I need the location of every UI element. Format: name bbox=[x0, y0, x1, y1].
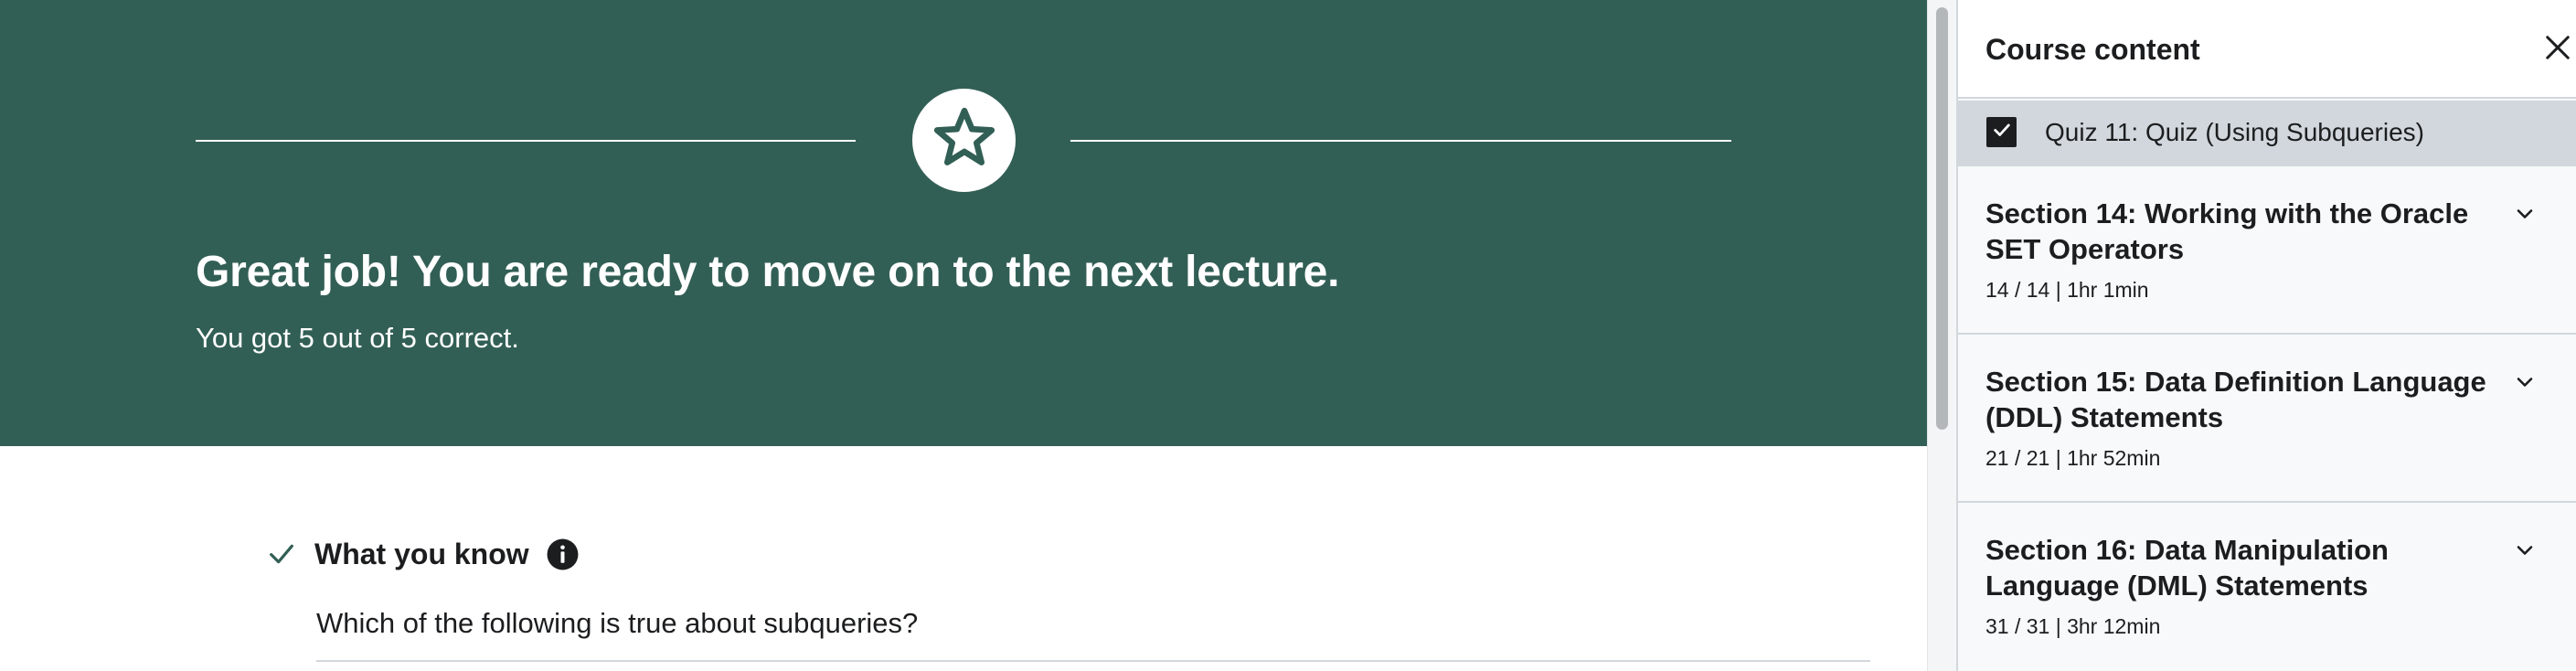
star-icon bbox=[930, 103, 999, 177]
question-text: Which of the following is true about sub… bbox=[316, 607, 919, 639]
answer-divider bbox=[316, 660, 1870, 662]
section-item[interactable]: Section 15: Data Definition Language (DD… bbox=[1958, 335, 2576, 503]
course-content-sidebar: Course content Quiz 11: Quiz (Using Subq… bbox=[1956, 0, 2576, 671]
section-title: Section 14: Working with the Oracle SET … bbox=[1985, 197, 2469, 265]
checkmark-icon bbox=[265, 538, 298, 570]
chevron-down-icon[interactable] bbox=[2510, 536, 2539, 565]
section-item[interactable]: Section 14: Working with the Oracle SET … bbox=[1958, 166, 2576, 335]
chevron-down-icon[interactable] bbox=[2510, 199, 2539, 229]
main-scrollbar-thumb[interactable] bbox=[1936, 7, 1948, 430]
close-icon bbox=[2544, 34, 2571, 66]
result-heading: Great job! You are ready to move on to t… bbox=[196, 248, 1340, 296]
banner-divider-left bbox=[196, 140, 856, 142]
checkbox-check-icon bbox=[1992, 120, 2012, 144]
info-icon[interactable] bbox=[546, 538, 580, 571]
what-you-know-title: What you know bbox=[314, 537, 529, 570]
section-title: Section 15: Data Definition Language (DD… bbox=[1985, 366, 2486, 433]
sidebar-header: Course content bbox=[1958, 0, 2576, 99]
sidebar-title: Course content bbox=[1985, 33, 2200, 66]
what-you-know-header: What you know bbox=[265, 534, 580, 574]
section-progress: 14 / 14 | 1hr 1min bbox=[1985, 278, 2149, 302]
banner-divider-right bbox=[1070, 140, 1731, 142]
star-badge bbox=[912, 89, 1016, 192]
score-text: You got 5 out of 5 correct. bbox=[196, 322, 519, 354]
success-banner: Great job! You are ready to move on to t… bbox=[0, 0, 1927, 446]
completed-checkbox[interactable] bbox=[1986, 117, 2017, 147]
section-progress: 21 / 21 | 1hr 52min bbox=[1985, 446, 2161, 470]
chevron-down-icon[interactable] bbox=[2510, 367, 2539, 397]
section-item[interactable]: Section 16: Data Manipulation Language (… bbox=[1958, 503, 2576, 671]
section-title: Section 16: Data Manipulation Language (… bbox=[1985, 534, 2389, 602]
current-lecture-item[interactable]: Quiz 11: Quiz (Using Subqueries) bbox=[1958, 101, 2576, 166]
lecture-title: Quiz 11: Quiz (Using Subqueries) bbox=[2045, 118, 2424, 146]
quiz-result-panel: Great job! You are ready to move on to t… bbox=[0, 0, 1927, 671]
section-progress: 31 / 31 | 3hr 12min bbox=[1985, 614, 2161, 638]
close-sidebar-button[interactable] bbox=[2539, 31, 2576, 68]
